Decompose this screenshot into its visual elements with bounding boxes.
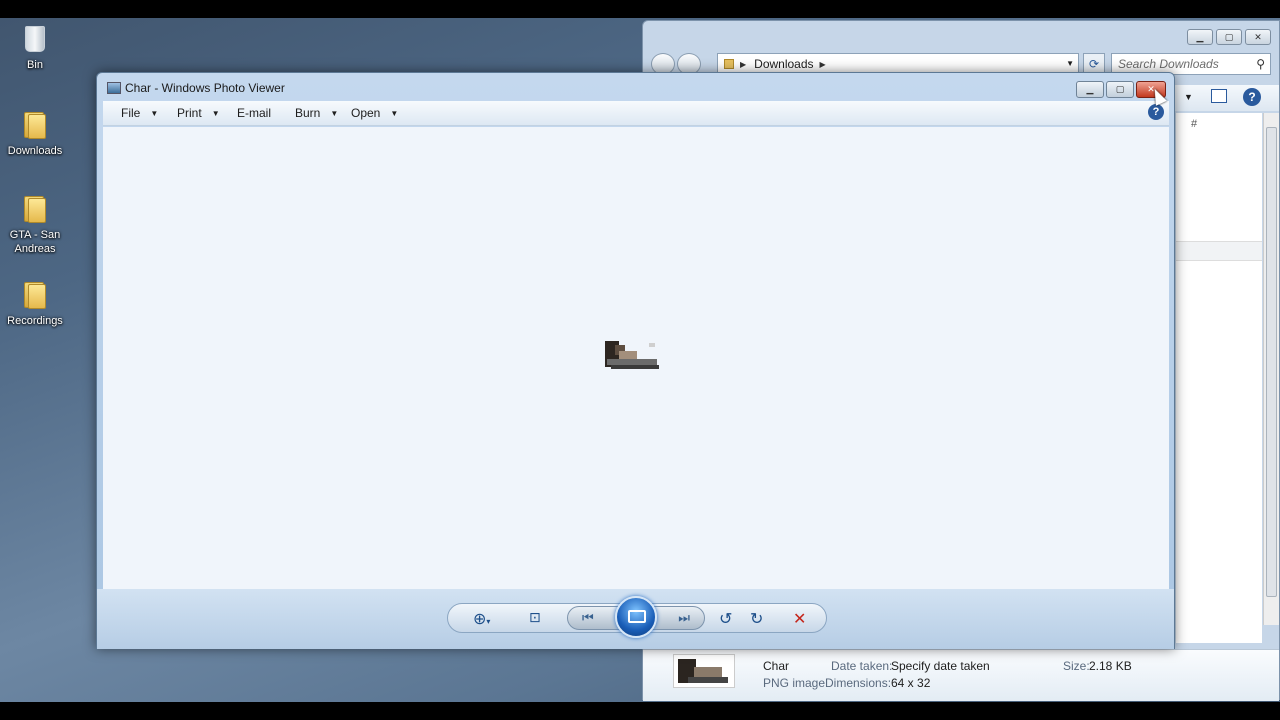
minimize-button[interactable]: ▁	[1076, 81, 1104, 98]
next-icon[interactable]: ⏭	[678, 610, 690, 626]
chevron-down-icon: ▼	[330, 109, 339, 118]
chevron-down-icon: ▼	[211, 109, 220, 118]
details-pane: Char PNG image Date taken: Specify date …	[643, 649, 1279, 701]
column-header[interactable]: #	[1191, 118, 1197, 130]
maximize-button[interactable]: ▢	[1216, 29, 1242, 45]
desktop-icon-label: Bin	[27, 59, 43, 71]
size-label: Size:	[1063, 659, 1090, 673]
list-item[interactable]	[1176, 241, 1262, 261]
address-path: Downloads	[754, 57, 814, 71]
dimensions-value: 64 x 32	[891, 676, 931, 690]
date-taken-label: Date taken:	[831, 659, 893, 673]
chevron-down-icon[interactable]: ▼	[1066, 59, 1074, 68]
zoom-icon[interactable]: ⊕▾	[473, 609, 490, 629]
file-type: PNG image	[763, 676, 826, 690]
menu-print[interactable]: Print ▼	[177, 106, 220, 120]
close-button[interactable]: ✕	[1245, 29, 1271, 45]
explorer-caption-buttons: ▁ ▢ ✕	[1187, 29, 1271, 45]
help-icon[interactable]: ?	[1243, 88, 1261, 106]
file-name: Char	[763, 659, 790, 673]
file-list[interactable]: #	[1176, 113, 1262, 643]
image-canvas[interactable]	[103, 127, 1169, 589]
menu-burn-label: Burn	[295, 106, 321, 120]
displayed-image	[605, 341, 661, 375]
photo-viewer-window: Char - Windows Photo Viewer ▁ ▢ ✕ File ▼ …	[96, 72, 1175, 649]
rotate-counterclockwise-icon[interactable]: ↺	[719, 609, 732, 629]
size-value: 2.18 KB	[1089, 659, 1132, 673]
slideshow-icon	[628, 610, 646, 623]
chevron-down-icon: ▼	[150, 109, 159, 118]
window-title: Char - Windows Photo Viewer	[125, 81, 285, 95]
scrollbar-thumb[interactable]	[1266, 127, 1277, 597]
search-icon: ⚲	[1256, 57, 1265, 71]
previous-icon[interactable]: ⏮	[582, 610, 594, 626]
views-dropdown-icon[interactable]: ▼	[1184, 92, 1193, 102]
menu-file[interactable]: File ▼	[121, 106, 158, 120]
desktop-icon-recordings[interactable]: Recordings	[0, 280, 70, 328]
title-bar[interactable]: Char - Windows Photo Viewer ▁ ▢ ✕	[97, 73, 1174, 101]
menu-burn[interactable]: Burn ▼	[295, 106, 338, 120]
photo-viewer-icon	[107, 82, 121, 94]
menu-bar: File ▼ Print ▼ E-mail Burn ▼ Open ▼ ?	[103, 101, 1169, 126]
dimensions-label: Dimensions:	[825, 676, 892, 690]
menu-email-label: E-mail	[237, 106, 272, 120]
help-icon[interactable]: ?	[1148, 104, 1164, 120]
desktop-icon-bin[interactable]: Bin	[0, 26, 70, 72]
file-thumbnail	[673, 654, 735, 688]
desktop-icon-label: GTA - San Andreas	[9, 229, 61, 255]
minimize-button[interactable]: ▁	[1187, 29, 1213, 45]
delete-icon[interactable]: ✕	[793, 609, 806, 629]
desktop-icon-downloads[interactable]: Downloads	[0, 110, 70, 158]
search-placeholder: Search Downloads	[1118, 57, 1219, 71]
folder-icon	[22, 280, 48, 310]
control-bar: ⊕▾ ⊡ ⏮ ⏭ ↺ ↻ ✕	[97, 589, 1174, 649]
desktop-icon-label: Downloads	[7, 145, 63, 157]
slideshow-button[interactable]	[615, 596, 657, 638]
preview-pane-icon[interactable]	[1211, 89, 1227, 103]
rotate-clockwise-icon[interactable]: ↻	[750, 609, 763, 629]
menu-file-label: File	[121, 106, 141, 120]
desktop-icon-gta-san-andreas[interactable]: GTA - San Andreas	[0, 194, 70, 256]
folder-icon	[22, 194, 48, 224]
chevron-right-icon: ▶	[740, 59, 747, 69]
fit-window-icon[interactable]: ⊡	[529, 609, 541, 626]
recycle-bin-icon	[25, 26, 45, 52]
menu-open-label: Open	[351, 106, 381, 120]
chevron-down-icon: ▼	[390, 109, 399, 118]
date-taken-value[interactable]: Specify date taken	[891, 659, 990, 673]
menu-print-label: Print	[177, 106, 202, 120]
vertical-scrollbar[interactable]	[1263, 113, 1279, 625]
desktop-icon-label: Recordings	[7, 315, 63, 327]
chevron-right-icon[interactable]: ▶	[820, 60, 826, 69]
menu-open[interactable]: Open ▼	[351, 106, 398, 120]
menu-email[interactable]: E-mail	[237, 106, 271, 120]
maximize-button[interactable]: ▢	[1106, 81, 1134, 98]
folder-icon	[22, 110, 48, 140]
folder-icon	[724, 59, 734, 69]
